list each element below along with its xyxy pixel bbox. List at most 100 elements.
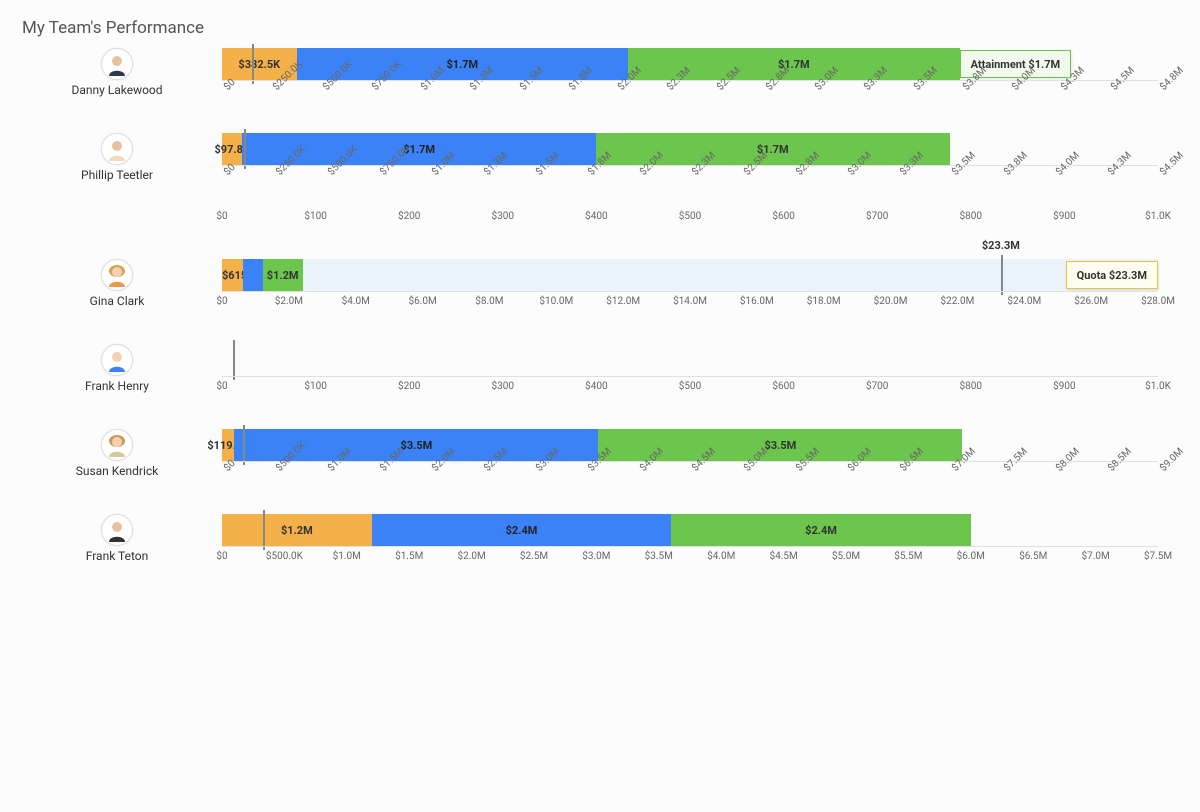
axis-tick: $200 — [398, 211, 420, 222]
axis-tick: $500 — [679, 381, 701, 392]
axis-tick: $300 — [492, 381, 514, 392]
bar-chart: $23.3M $615$1.2M Quota $23.3M $0$2.0M$4.… — [222, 259, 1158, 314]
person: Frank Teton — [22, 514, 222, 563]
person: Danny Lakewood — [22, 48, 222, 97]
avatar — [101, 429, 133, 461]
axis-tick: $14.0M — [673, 296, 707, 307]
segment-orange: $119.5K — [222, 429, 234, 461]
axis-tick: $0 — [216, 381, 227, 392]
marker-line — [243, 425, 245, 465]
axis-tick: $1.0K — [1145, 211, 1171, 222]
axis-tick: $400 — [585, 211, 607, 222]
axis-tick: $700 — [866, 211, 888, 222]
team-performance-chart: Danny Lakewood $382.5K$1.7M$1.7M Attainm… — [22, 48, 1178, 569]
avatar — [101, 133, 133, 165]
avatar — [101, 514, 133, 546]
bar-chart: $119.5K$3.5M$3.5M $0$500.0K$1.0M$1.5M$2.… — [222, 429, 1158, 484]
segment-orange: $1.2M — [222, 514, 372, 546]
axis-tick: $4.0M — [342, 296, 370, 307]
axis-tick: $7.0M — [1081, 551, 1109, 562]
axis-tick: $22.0M — [940, 296, 974, 307]
axis-tick: $900 — [1053, 211, 1075, 222]
axis-tick: $2.0M — [275, 296, 303, 307]
axis-tick: $16.0M — [740, 296, 774, 307]
axis-tick: $500 — [679, 211, 701, 222]
axis-tick: $400 — [585, 381, 607, 392]
segment-green: $2.4M — [671, 514, 971, 546]
person-name: Danny Lakewood — [71, 83, 162, 97]
axis-tick: $200 — [398, 381, 420, 392]
axis-tick: $500.0K — [266, 551, 303, 562]
page-title: My Team's Performance — [22, 18, 1178, 38]
axis-tick: $9.0M — [1158, 446, 1186, 474]
marker-line — [263, 510, 265, 550]
axis-tick: $700 — [866, 381, 888, 392]
axis-tick: $24.0M — [1007, 296, 1041, 307]
axis-tick: $6.0M — [957, 551, 985, 562]
axis: $0$500.0K$1.0M$1.5M$2.0M$2.5M$3.0M$3.5M$… — [222, 549, 1158, 569]
axis-tick: $100 — [304, 381, 326, 392]
axis-tick: $3.5M — [645, 551, 673, 562]
axis-tick: $3.0M — [582, 551, 610, 562]
marker-line — [244, 129, 246, 169]
person: Phillip Teetler — [22, 133, 222, 182]
axis: $0$2.0M$4.0M$6.0M$8.0M$10.0M$12.0M$14.0M… — [222, 294, 1158, 314]
axis-tick: $20.0M — [874, 296, 908, 307]
performance-row: Phillip Teetler $97.8K$1.7M$1.7M $0$250.… — [22, 133, 1178, 229]
axis-tick: $1.5M — [395, 551, 423, 562]
axis-tick: $28.0M — [1141, 296, 1175, 307]
segment-green: $1.2M — [263, 259, 303, 291]
segment-blue: $2.4M — [372, 514, 672, 546]
axis: $0$100$200$300$400$500$600$700$800$900$1… — [222, 379, 1158, 399]
axis-tick: $2.5M — [520, 551, 548, 562]
avatar — [101, 344, 133, 376]
axis-tick: $1.0K — [1145, 381, 1171, 392]
performance-row: Frank Teton $1.2M$2.4M$2.4M $0$500.0K$1.… — [22, 514, 1178, 569]
axis-tick: $600 — [772, 381, 794, 392]
axis-tick: $4.0M — [707, 551, 735, 562]
axis-tick: $800 — [960, 381, 982, 392]
axis-tick: $18.0M — [807, 296, 841, 307]
axis: $0$100$200$300$400$500$600$700$800$900$1… — [222, 209, 1158, 229]
marker-line — [252, 44, 254, 84]
person-name: Phillip Teetler — [81, 168, 153, 182]
segment-orange: $97.8K — [222, 133, 242, 165]
axis-tick: $5.5M — [894, 551, 922, 562]
axis-tick: $6.0M — [408, 296, 436, 307]
axis-tick: $300 — [492, 211, 514, 222]
axis-tick: $0 — [216, 551, 227, 562]
bar-chart: $382.5K$1.7M$1.7M Attainment $1.7M $0$25… — [222, 48, 1158, 103]
marker-line — [233, 340, 235, 380]
axis-tick: $26.0M — [1074, 296, 1108, 307]
person-name: Frank Henry — [85, 379, 149, 393]
bar-chart: $0$100$200$300$400$500$600$700$800$900$1… — [222, 344, 1158, 399]
axis-tick: $100 — [304, 211, 326, 222]
performance-row: Susan Kendrick $119.5K$3.5M$3.5M $0$500.… — [22, 429, 1178, 484]
person-name: Frank Teton — [86, 549, 149, 563]
axis-tick: $900 — [1053, 381, 1075, 392]
axis-tick: $4.5M — [1158, 150, 1186, 178]
person: Susan Kendrick — [22, 429, 222, 478]
segment-orange: $615 — [222, 259, 243, 291]
axis: $0$500.0K$1.0M$1.5M$2.0M$2.5M$3.0M$3.5M$… — [222, 464, 1158, 484]
axis-tick: $10.0M — [539, 296, 573, 307]
avatar — [101, 48, 133, 80]
axis: $0$250.0K$500.0K$750.0K$1.0M$1.3M$1.5M$1… — [222, 83, 1158, 103]
performance-row: Frank Henry $0 $100 $200 $300 $400 $500 $600 $7… — [22, 344, 1178, 399]
axis-tick: $8.0M — [475, 296, 503, 307]
axis-tick: $4.8M — [1158, 65, 1186, 93]
tooltip: Quota $23.3M — [1066, 261, 1158, 289]
axis-tick: $1.0M — [333, 551, 361, 562]
axis-tick: $7.5M — [1144, 551, 1172, 562]
segment-blue — [243, 259, 263, 291]
axis-tick: $2.0M — [457, 551, 485, 562]
performance-row: Danny Lakewood $382.5K$1.7M$1.7M Attainm… — [22, 48, 1178, 103]
axis-tick: $0 — [216, 211, 227, 222]
avatar — [101, 259, 133, 291]
quota-line — [1001, 255, 1003, 295]
axis-tick: $0 — [216, 296, 227, 307]
person: Gina Clark — [22, 259, 222, 308]
person-name: Susan Kendrick — [76, 464, 159, 478]
axis-tick: $6.5M — [1019, 551, 1047, 562]
axis-tick: $800 — [960, 211, 982, 222]
